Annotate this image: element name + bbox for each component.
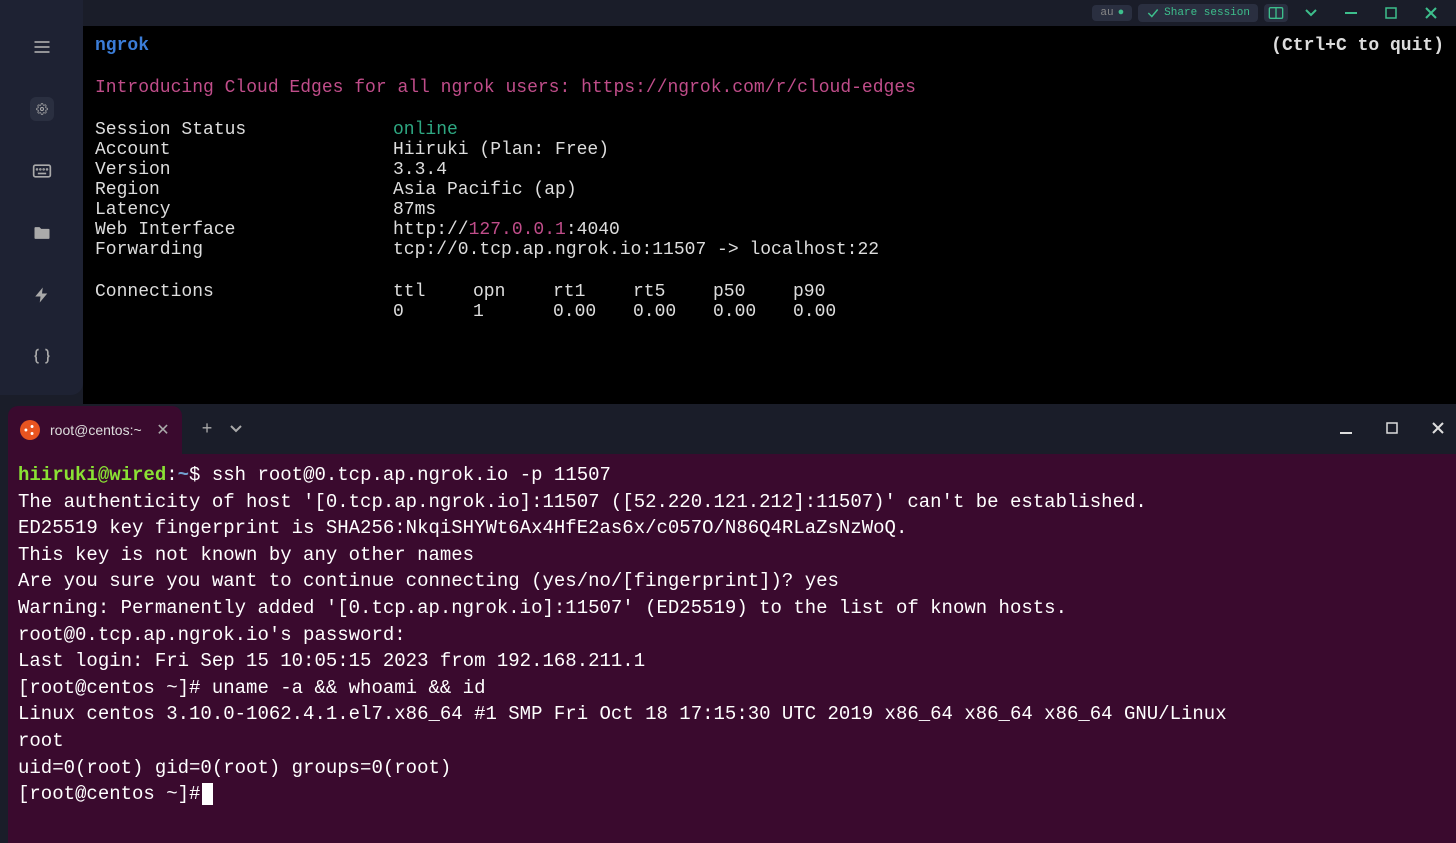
- folder-icon[interactable]: [30, 221, 54, 245]
- account-label: Account: [95, 140, 393, 160]
- ngrok-terminal[interactable]: ngrok (Ctrl+C to quit) Introducing Cloud…: [83, 26, 1456, 404]
- out-9: Linux centos 3.10.0-1062.4.1.el7.x86_64 …: [18, 701, 1446, 728]
- window-top-bar: au ● Share session: [83, 0, 1456, 26]
- app-sidebar: [0, 0, 83, 395]
- web-value: http://127.0.0.1:4040: [393, 220, 620, 240]
- menu-icon[interactable]: [30, 35, 54, 59]
- out-8: [root@centos ~]# uname -a && whoami && i…: [18, 675, 1446, 702]
- forwarding-label: Forwarding: [95, 240, 393, 260]
- term-maximize-icon[interactable]: [1382, 420, 1402, 440]
- ngrok-quit-hint: (Ctrl+C to quit): [1271, 36, 1444, 56]
- out-7: Last login: Fri Sep 15 10:05:15 2023 fro…: [18, 648, 1446, 675]
- out-11: uid=0(root) gid=0(root) groups=0(root): [18, 755, 1446, 782]
- out-5: Warning: Permanently added '[0.tcp.ap.ng…: [18, 595, 1446, 622]
- latency-label: Latency: [95, 200, 393, 220]
- term-close-icon[interactable]: [1428, 420, 1448, 440]
- h-opn: opn: [473, 282, 553, 302]
- cursor: [202, 783, 213, 805]
- keyboard-icon[interactable]: [30, 159, 54, 183]
- latency-value: 87ms: [393, 200, 436, 220]
- au-capsule[interactable]: au ●: [1092, 5, 1132, 21]
- v-p50: 0.00: [713, 302, 793, 322]
- add-tab-icon[interactable]: +: [202, 420, 213, 440]
- prompt-line-2: [root@centos ~]#: [18, 781, 1446, 808]
- share-label: Share session: [1164, 7, 1250, 19]
- term-minimize-icon[interactable]: [1336, 420, 1356, 440]
- web-label: Web Interface: [95, 220, 393, 240]
- minimize-icon[interactable]: [1334, 1, 1368, 25]
- maximize-icon[interactable]: [1374, 1, 1408, 25]
- v-ttl: 0: [393, 302, 473, 322]
- share-session-button[interactable]: Share session: [1138, 4, 1258, 22]
- h-p90: p90: [793, 282, 873, 302]
- panels-icon[interactable]: [1264, 4, 1288, 22]
- braces-icon[interactable]: [30, 345, 54, 369]
- h-p50: p50: [713, 282, 793, 302]
- version-label: Version: [95, 160, 393, 180]
- h-ttl: ttl: [393, 282, 473, 302]
- h-rt1: rt1: [553, 282, 633, 302]
- out-2: ED25519 key fingerprint is SHA256:NkqiSH…: [18, 515, 1446, 542]
- forwarding-value: tcp://0.tcp.ap.ngrok.io:11507 -> localho…: [393, 240, 879, 260]
- ngrok-title: ngrok: [95, 36, 1444, 56]
- h-rt5: rt5: [633, 282, 713, 302]
- settings-icon[interactable]: [30, 97, 54, 121]
- account-value: Hiiruki (Plan: Free): [393, 140, 609, 160]
- session-status-value: online: [393, 120, 458, 140]
- tab-dropdown-icon[interactable]: [230, 423, 242, 437]
- dropdown-icon[interactable]: [1294, 1, 1328, 25]
- tab-close-icon[interactable]: ✕: [156, 420, 169, 440]
- out-10: root: [18, 728, 1446, 755]
- close-icon[interactable]: [1414, 1, 1448, 25]
- region-label: Region: [95, 180, 393, 200]
- version-value: 3.3.4: [393, 160, 447, 180]
- main-area: au ● Share session ngrok (Ctrl+C to quit…: [83, 0, 1456, 843]
- terminal-content[interactable]: hiiruki@wired:~$ ssh root@0.tcp.ap.ngrok…: [8, 454, 1456, 843]
- ubuntu-icon: [20, 420, 40, 440]
- au-label: au: [1100, 7, 1113, 19]
- second-terminal-window: root@centos:~ ✕ + hiiruki@wired:~$ ssh: [8, 406, 1456, 843]
- out-6: root@0.tcp.ap.ngrok.io's password:: [18, 622, 1446, 649]
- tab-title: root@centos:~: [50, 422, 142, 438]
- connections-label: Connections: [95, 282, 393, 302]
- out-4: Are you sure you want to continue connec…: [18, 568, 1446, 595]
- bolt-icon[interactable]: [30, 283, 54, 307]
- out-1: The authenticity of host '[0.tcp.ap.ngro…: [18, 489, 1446, 516]
- session-status-label: Session Status: [95, 120, 393, 140]
- prompt-line-1: hiiruki@wired:~$ ssh root@0.tcp.ap.ngrok…: [18, 462, 1446, 489]
- ngrok-intro: Introducing Cloud Edges for all ngrok us…: [95, 78, 1444, 98]
- v-p90: 0.00: [793, 302, 873, 322]
- v-rt1: 0.00: [553, 302, 633, 322]
- terminal-tab-bar: root@centos:~ ✕ +: [8, 406, 1456, 454]
- region-value: Asia Pacific (ap): [393, 180, 577, 200]
- v-rt5: 0.00: [633, 302, 713, 322]
- out-3: This key is not known by any other names: [18, 542, 1446, 569]
- terminal-tab[interactable]: root@centos:~ ✕: [8, 406, 182, 454]
- terminal-window-controls: [1336, 420, 1448, 440]
- v-opn: 1: [473, 302, 553, 322]
